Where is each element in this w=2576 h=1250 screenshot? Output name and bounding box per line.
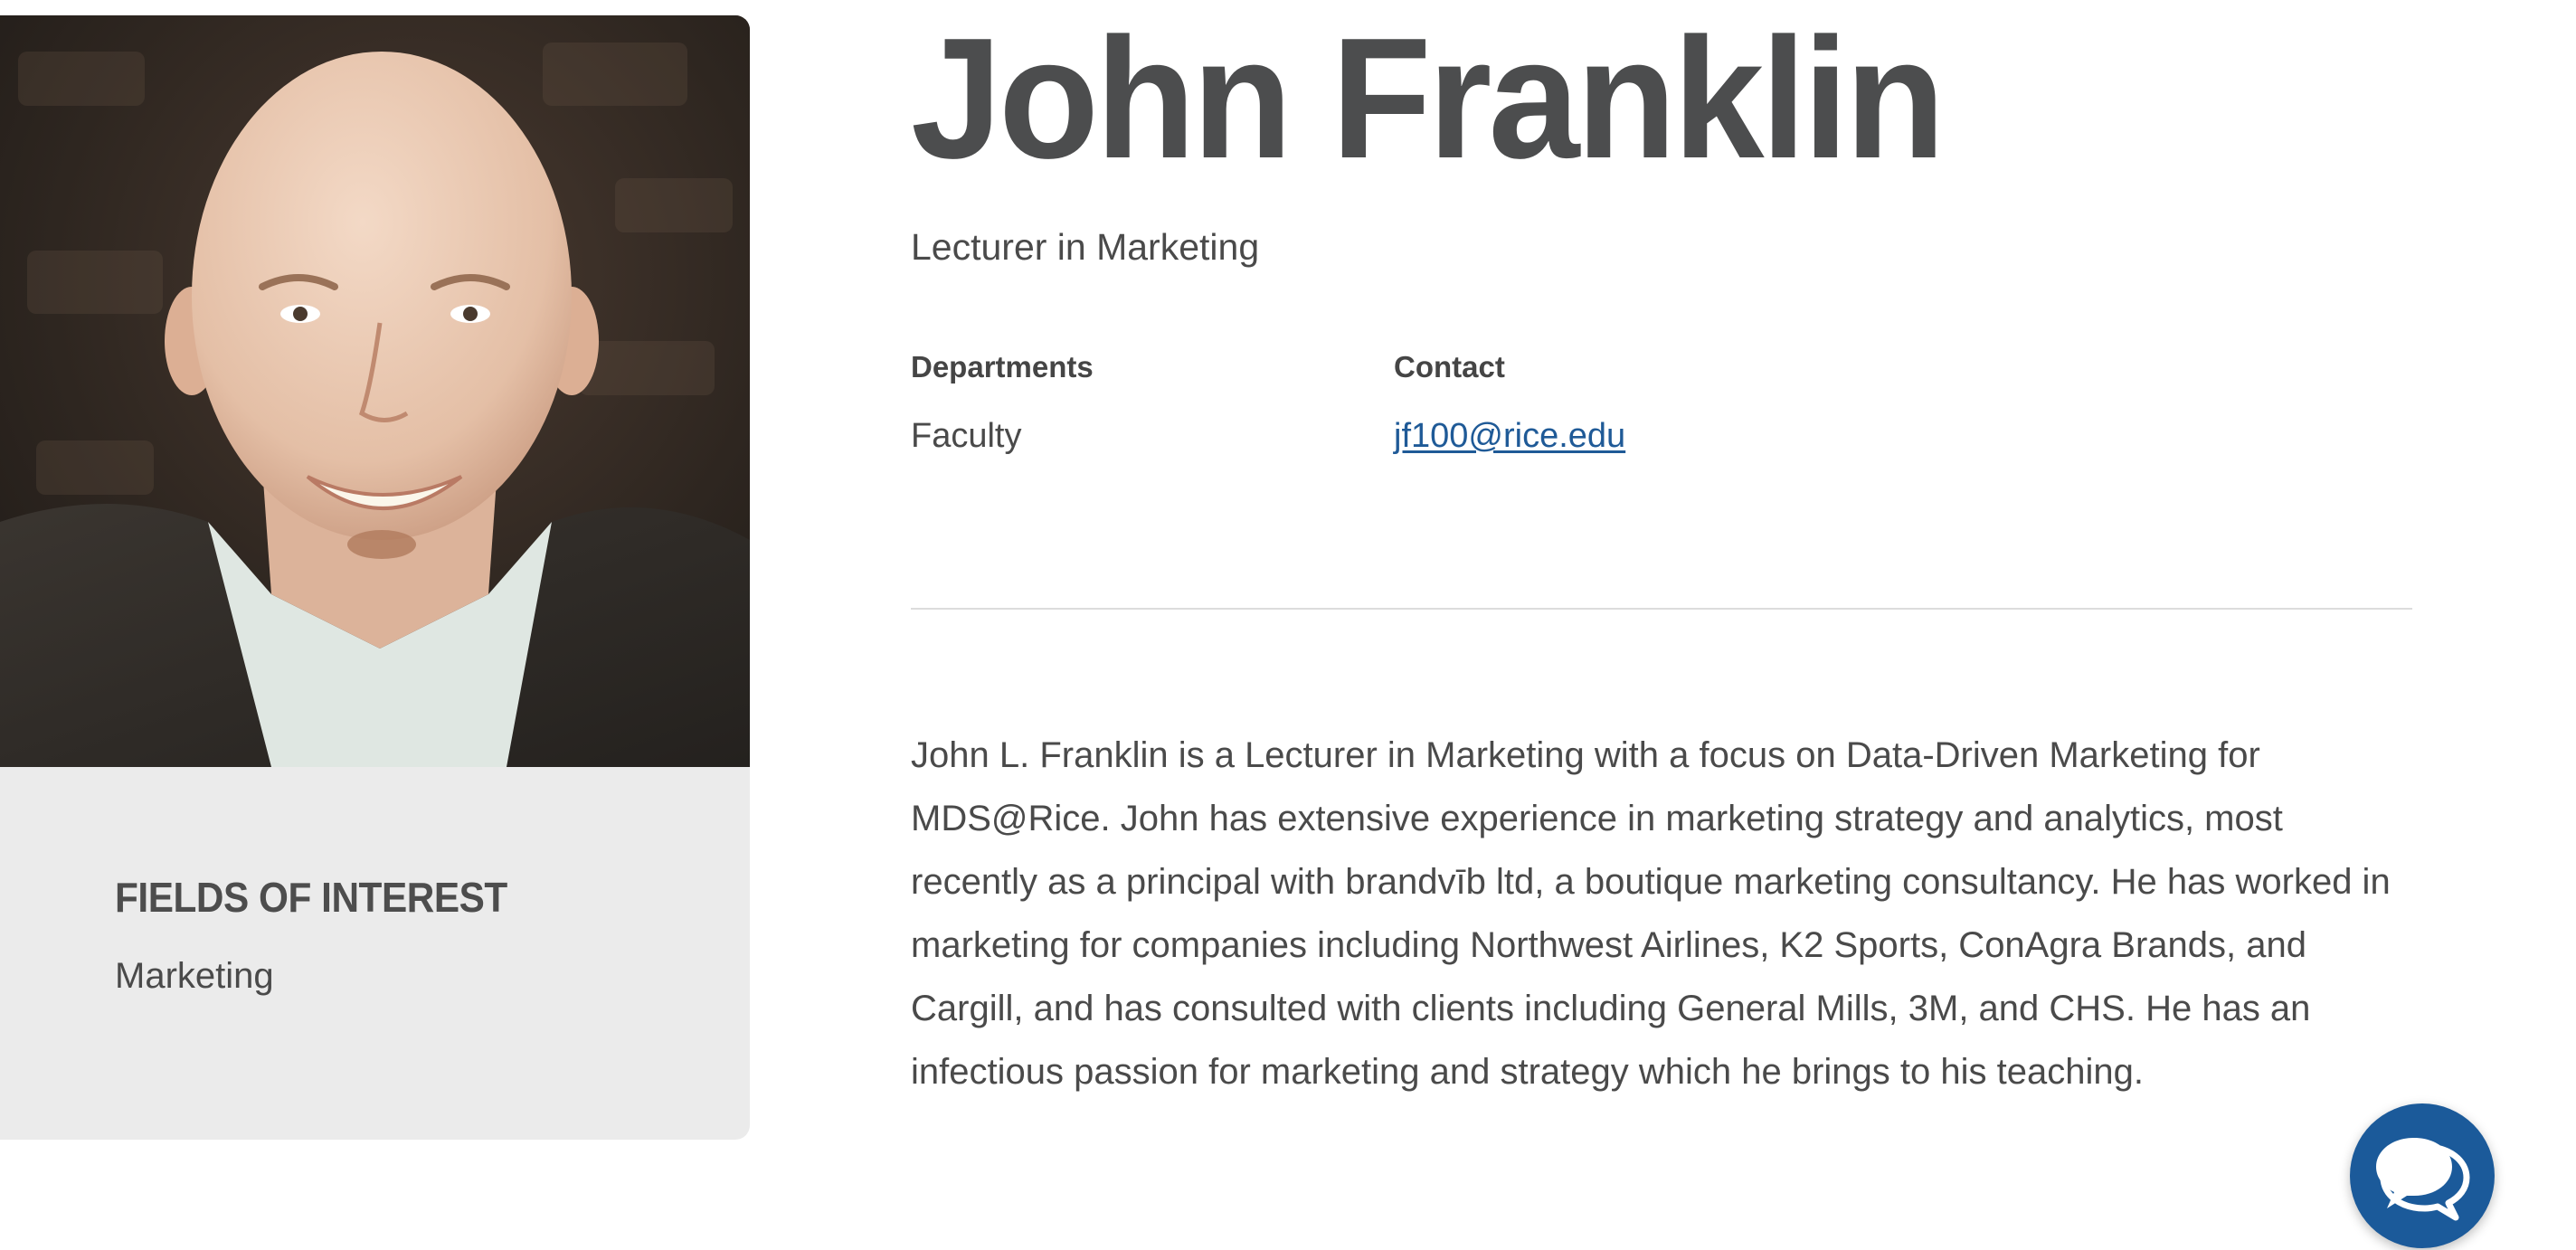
chat-bubbles-icon bbox=[2376, 1138, 2470, 1221]
page-title: John Franklin bbox=[911, 3, 1946, 194]
profile-photo bbox=[0, 15, 750, 767]
biography: John L. Franklin is a Lecturer in Market… bbox=[911, 735, 2391, 1092]
divider bbox=[911, 608, 2412, 610]
profile-page: FIELDS OF INTEREST Marketing John Frankl… bbox=[0, 0, 2576, 1250]
profile-card: FIELDS OF INTEREST Marketing bbox=[0, 15, 750, 1140]
job-title: Lecturer in Marketing bbox=[911, 226, 1260, 268]
email-link[interactable]: jf100@rice.edu bbox=[1394, 417, 1625, 455]
departments-section: Departments Faculty bbox=[911, 350, 1094, 456]
contact-value: jf100@rice.edu bbox=[1394, 417, 1625, 456]
fields-of-interest-heading: FIELDS OF INTEREST bbox=[115, 874, 507, 921]
chat-button[interactable] bbox=[2350, 1103, 2495, 1248]
contact-label: Contact bbox=[1394, 350, 1505, 384]
contact-section: Contact jf100@rice.edu bbox=[1394, 350, 1625, 456]
interest-item: Marketing bbox=[115, 956, 274, 996]
departments-label: Departments bbox=[911, 350, 1094, 384]
fields-of-interest: FIELDS OF INTEREST Marketing bbox=[115, 873, 541, 997]
departments-value: Faculty bbox=[911, 417, 1022, 455]
